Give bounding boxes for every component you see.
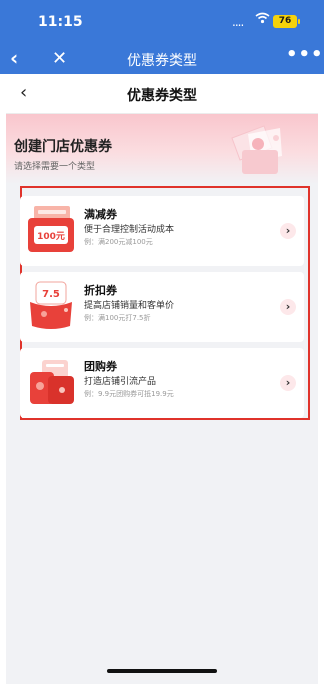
coupon-name: 满减券 (84, 208, 117, 221)
battery-tip (298, 19, 300, 24)
coupon-example: 例：9.9元团购券可抵19.9元 (84, 390, 174, 398)
coupon-card-discount[interactable]: 7.5 折扣券 提高店铺销量和客单价 例：满100元打7.5折 › (20, 272, 304, 342)
wifi-icon (255, 12, 270, 28)
hero-banner: 创建门店优惠券 请选择需要一个类型 (6, 114, 318, 184)
coupon-example: 例：满200元减100元 (84, 238, 153, 246)
gift-box-illustration (231, 125, 282, 174)
chevron-right-icon[interactable]: › (280, 299, 296, 315)
cellular-signal-icon: .... (232, 15, 244, 29)
hero-subtitle: 请选择需要一个类型 (14, 162, 96, 172)
home-indicator[interactable] (107, 669, 217, 673)
battery-icon: 76 (273, 15, 297, 28)
main-content: 创建门店优惠券 请选择需要一个类型 100元 满减券 便于合理控制活动成本 例：… (6, 114, 318, 684)
coupon-name: 团购券 (84, 360, 117, 373)
status-bar: 11:15 .... 76 (0, 0, 324, 44)
full-reduction-badge-text: 100元 (37, 231, 65, 242)
chevron-right-icon[interactable]: › (280, 223, 296, 239)
discount-coupon-icon: 7.5 (30, 281, 72, 329)
coupon-description: 提高店铺销量和客单价 (84, 301, 175, 311)
coupon-card-full-reduction[interactable]: 100元 满减券 便于合理控制活动成本 例：满200元减100元 › (20, 196, 304, 266)
group-buy-coupon-icon (30, 360, 74, 404)
discount-badge-text: 7.5 (42, 289, 60, 300)
more-icon[interactable]: ••• (286, 44, 324, 65)
nav-title: 优惠券类型 (127, 53, 197, 69)
coupon-example: 例：满100元打7.5折 (84, 314, 151, 322)
hero-title: 创建门店优惠券 (14, 139, 112, 155)
coupon-description: 打造店铺引流产品 (84, 377, 157, 387)
page-title: 优惠券类型 (127, 88, 197, 104)
top-nav-bar: ‹ ✕ 优惠券类型 ••• (0, 44, 324, 74)
chevron-right-icon[interactable]: › (280, 375, 296, 391)
coupon-description: 便于合理控制活动成本 (84, 225, 175, 235)
coupon-name: 折扣券 (84, 284, 117, 297)
status-time: 11:15 (38, 14, 83, 30)
full-reduction-coupon-icon: 100元 (28, 206, 74, 252)
page-header: ‹ 优惠券类型 (6, 74, 318, 114)
coupon-card-group-buy[interactable]: 团购券 打造店铺引流产品 例：9.9元团购券可抵19.9元 › (20, 348, 304, 418)
